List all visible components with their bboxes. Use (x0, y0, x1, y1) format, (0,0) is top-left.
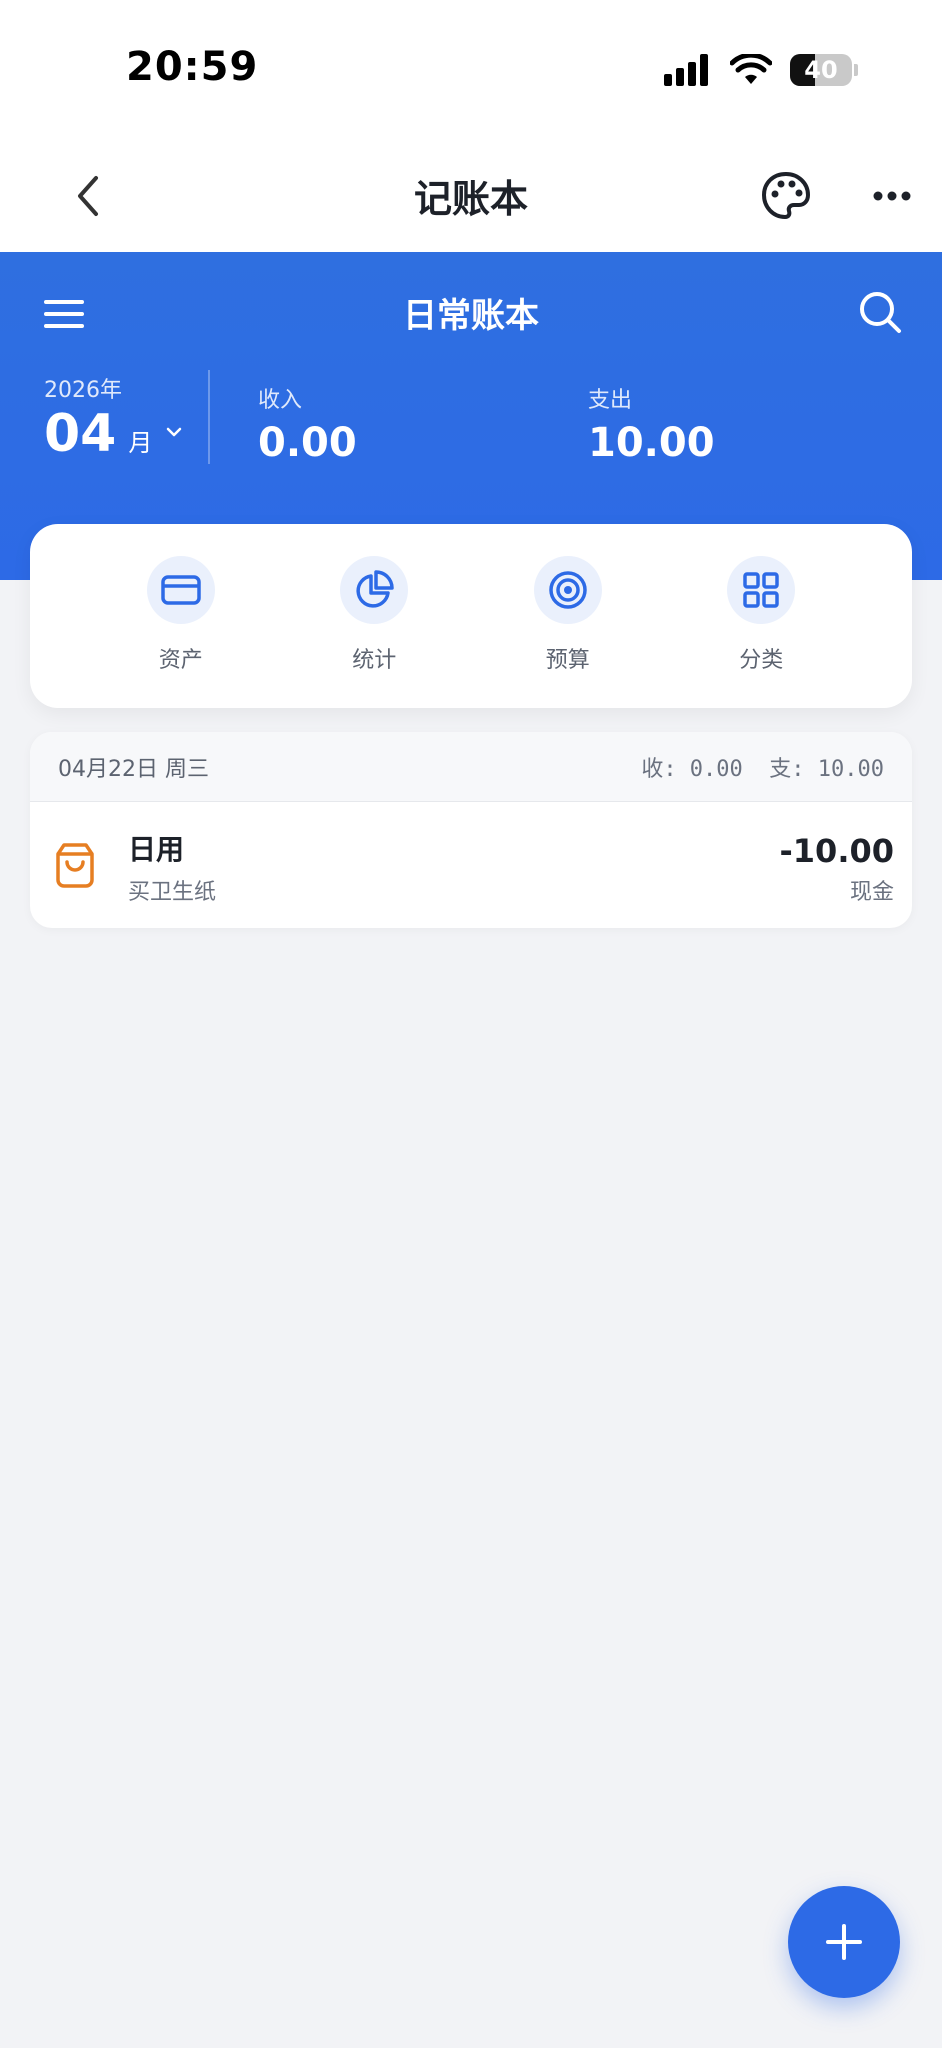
search-icon (860, 292, 901, 333)
search-button[interactable] (856, 288, 904, 336)
wifi-icon (730, 54, 772, 84)
palette-icon (761, 171, 811, 220)
status-icons: 40 (664, 50, 858, 90)
expense-label: 支出 (588, 388, 633, 413)
add-record-button[interactable] (788, 1886, 900, 1998)
day-date: 04月22日 周三 (58, 756, 209, 782)
plus-icon (826, 1924, 862, 1960)
transaction-amount: -10.00 (779, 832, 895, 870)
more-button[interactable] (866, 170, 918, 222)
transaction-note: 买卫生纸 (128, 880, 217, 905)
quick-icon-circle (146, 556, 215, 624)
year-label: 2026年 (44, 378, 122, 403)
battery-indicator: 40 (790, 54, 852, 86)
transaction-row[interactable]: 日用 买卫生纸 -10.00 现金 (30, 802, 912, 928)
quick-item-category[interactable]: 分类 (711, 524, 811, 708)
wallet-card-icon (161, 575, 201, 605)
quick-icon-circle (533, 556, 602, 624)
transaction-day-group: 04月22日 周三 收: 0.00 支: 10.00 日用 买卫生纸 -10.0… (30, 732, 912, 928)
day-summary: 收: 0.00 支: 10.00 (641, 756, 884, 782)
status-bar: 20:59 40 (0, 0, 942, 140)
quick-label-assets: 资产 (158, 648, 203, 673)
quick-label-budget: 预算 (545, 648, 590, 673)
income-summary: 收入 0.00 (258, 382, 357, 466)
quick-label-stats: 统计 (352, 648, 397, 673)
grid-icon (743, 572, 779, 608)
expense-value: 10.00 (588, 420, 715, 466)
battery-level: 40 (804, 56, 838, 84)
status-time: 20:59 (126, 44, 259, 90)
more-dots-icon (873, 191, 911, 201)
quick-item-budget[interactable]: 预算 (518, 524, 618, 708)
quick-item-stats[interactable]: 统计 (324, 524, 424, 708)
transaction-category: 日用 (128, 833, 185, 866)
target-icon (549, 571, 587, 609)
quick-item-assets[interactable]: 资产 (131, 524, 231, 708)
nav-bar: 记账本 (0, 140, 942, 252)
book-title[interactable]: 日常账本 (0, 288, 942, 337)
header-divider (208, 370, 210, 464)
expense-summary: 支出 10.00 (588, 382, 715, 466)
income-value: 0.00 (258, 420, 357, 466)
battery-tip (854, 64, 858, 76)
cellular-signal-icon (664, 54, 708, 86)
theme-button[interactable] (760, 170, 812, 222)
quick-icon-circle (727, 556, 796, 624)
month-selector[interactable]: 04 月 (44, 404, 184, 464)
income-label: 收入 (258, 388, 303, 413)
month-value: 04 (44, 404, 117, 464)
shopping-bag-icon (56, 843, 94, 888)
quick-menu: 资产 统计 预算 分类 (30, 524, 912, 708)
chevron-down-icon (167, 427, 182, 437)
quick-label-category: 分类 (739, 648, 784, 673)
quick-icon-circle (340, 556, 409, 624)
transaction-account: 现金 (849, 880, 894, 905)
month-suffix: 月 (128, 429, 153, 457)
day-header: 04月22日 周三 收: 0.00 支: 10.00 (30, 732, 912, 802)
pie-chart-icon (356, 570, 394, 608)
